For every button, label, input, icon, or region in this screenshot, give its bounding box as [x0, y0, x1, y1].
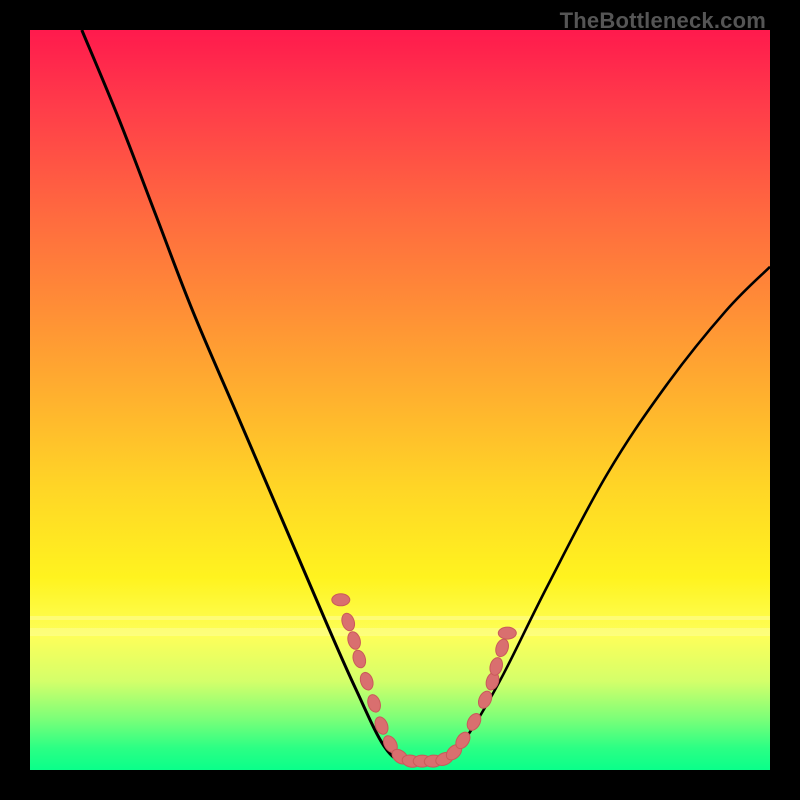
curve-group — [82, 30, 770, 764]
valley-marker — [351, 649, 368, 670]
valley-marker — [340, 612, 357, 633]
curve-left — [82, 30, 430, 764]
marker-group — [332, 594, 517, 769]
valley-marker — [494, 637, 511, 658]
curve-svg — [30, 30, 770, 770]
valley-marker — [358, 671, 375, 692]
valley-marker — [332, 594, 350, 606]
valley-marker — [498, 627, 516, 639]
valley-marker — [366, 693, 383, 714]
valley-marker — [346, 630, 363, 651]
chart-frame: TheBottleneck.com — [0, 0, 800, 800]
plot-area — [30, 30, 770, 770]
valley-marker — [476, 689, 494, 710]
curve-right — [430, 267, 770, 763]
